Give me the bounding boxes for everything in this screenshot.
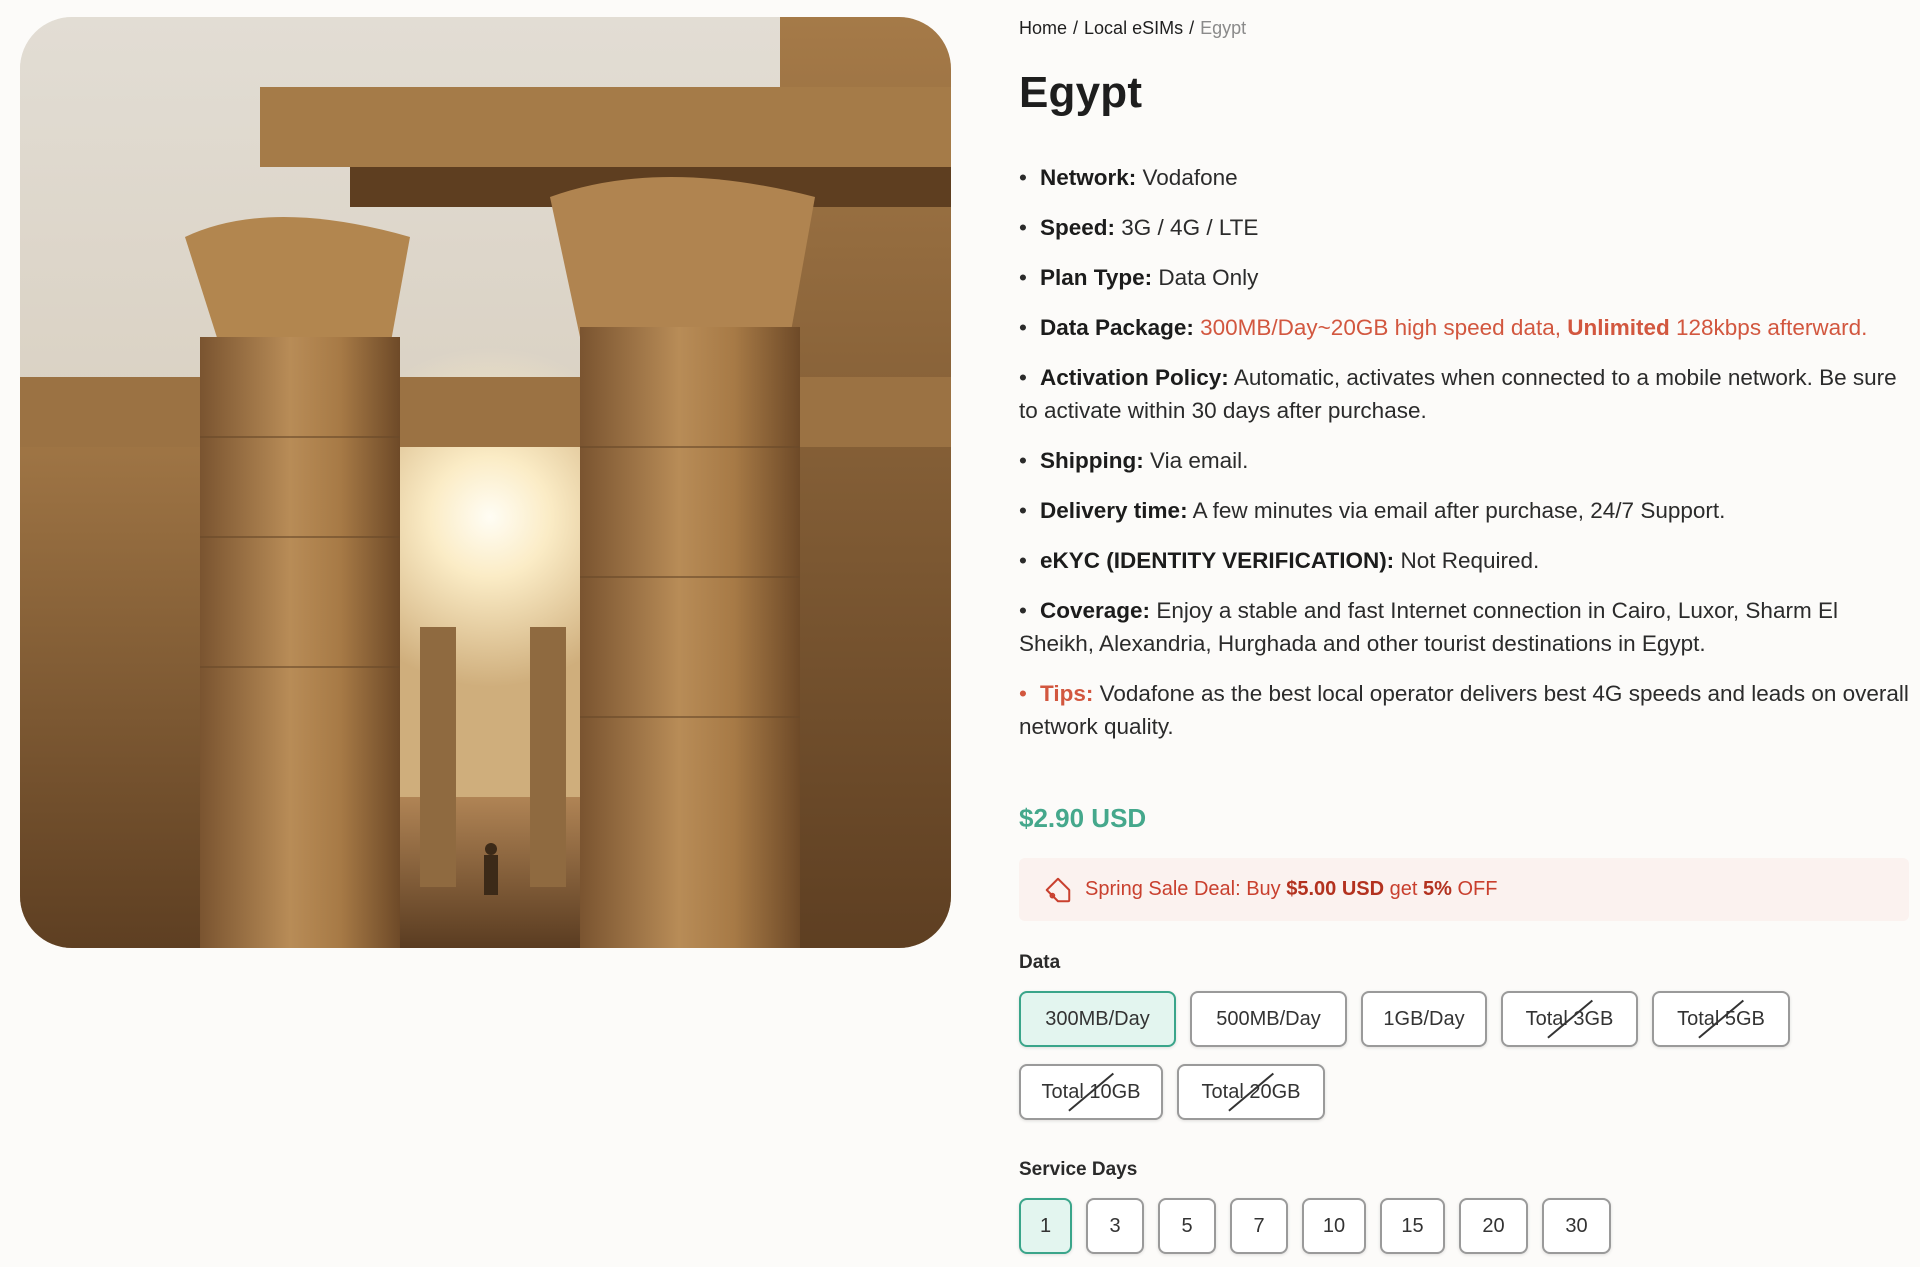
- spec-label: Delivery time:: [1040, 498, 1188, 523]
- data-option-total-20gb[interactable]: Total 20GB: [1177, 1064, 1325, 1120]
- spec-value: 300MB/Day~20GB high speed data, Unlimite…: [1200, 315, 1867, 340]
- spec-label: Tips:: [1040, 681, 1094, 706]
- spec-list: • Network: Vodafone • Speed: 3G / 4G / LTE…: [1019, 161, 1909, 760]
- spec-data-package: • Data Package: 300MB/Day~20GB high speed…: [1019, 311, 1909, 344]
- spec-value: A few minutes via email after purchase, …: [1192, 498, 1726, 523]
- option-label: 500MB/Day: [1216, 1007, 1321, 1030]
- breadcrumb-separator: /: [1189, 18, 1195, 38]
- spec-network: • Network: Vodafone: [1019, 161, 1909, 194]
- temple-photo: [20, 17, 951, 948]
- bullet: •: [1019, 448, 1027, 473]
- day-option-3[interactable]: 3: [1086, 1198, 1144, 1254]
- bullet: •: [1019, 548, 1027, 573]
- spec-coverage: • Coverage: Enjoy a stable and fast Inter…: [1019, 594, 1909, 660]
- spec-delivery-time: • Delivery time: A few minutes via email …: [1019, 494, 1909, 527]
- breadcrumb-current: Egypt: [1200, 18, 1247, 38]
- spec-value: Data Only: [1158, 265, 1259, 290]
- data-option-300mb-day[interactable]: 300MB/Day: [1019, 991, 1176, 1047]
- spec-value: Via email.: [1150, 448, 1249, 473]
- day-option-1[interactable]: 1: [1019, 1198, 1072, 1254]
- spec-value: Vodafone as the best local operator deli…: [1019, 681, 1909, 739]
- day-option-30[interactable]: 30: [1542, 1198, 1611, 1254]
- day-option-7[interactable]: 7: [1230, 1198, 1288, 1254]
- data-option-500mb-day[interactable]: 500MB/Day: [1190, 991, 1347, 1047]
- spec-speed: • Speed: 3G / 4G / LTE: [1019, 211, 1909, 244]
- page-title: Egypt: [1019, 68, 1143, 117]
- day-option-10[interactable]: 10: [1302, 1198, 1366, 1254]
- spec-value: Vodafone: [1142, 165, 1238, 190]
- bullet: •: [1019, 365, 1027, 390]
- spec-ekyc: • eKYC (IDENTITY VERIFICATION): Not Requi…: [1019, 544, 1909, 577]
- data-package-after: 128kbps afterward.: [1669, 315, 1868, 340]
- deal-suffix: OFF: [1451, 878, 1498, 900]
- data-section-label: Data: [1019, 952, 1061, 973]
- option-label: 15: [1401, 1214, 1424, 1237]
- bullet: •: [1019, 681, 1027, 706]
- option-label: 5: [1181, 1214, 1193, 1237]
- service-days-label: Service Days: [1019, 1159, 1138, 1180]
- spec-tips: • Tips: Vodafone as the best local operat…: [1019, 677, 1909, 743]
- option-label: 3: [1109, 1214, 1121, 1237]
- spec-label: Coverage:: [1040, 598, 1151, 623]
- product-price: $2.90 USD: [1019, 803, 1147, 833]
- product-image: [20, 17, 951, 948]
- bullet: •: [1019, 498, 1027, 523]
- breadcrumb-separator: /: [1073, 18, 1079, 38]
- breadcrumb: Home / Local eSIMs / Egypt: [1019, 18, 1246, 39]
- bullet: •: [1019, 165, 1027, 190]
- option-label: 300MB/Day: [1045, 1007, 1150, 1030]
- spec-label: Network:: [1040, 165, 1137, 190]
- deal-text: Spring Sale Deal: Buy $5.00 USD get 5% O…: [1085, 878, 1497, 901]
- day-option-20[interactable]: 20: [1459, 1198, 1528, 1254]
- option-label: 1GB/Day: [1383, 1007, 1465, 1030]
- bullet: •: [1019, 215, 1027, 240]
- data-package-text: 300MB/Day~20GB high speed data,: [1200, 315, 1568, 340]
- spec-value: Not Required.: [1400, 548, 1540, 573]
- data-option-total-3gb[interactable]: Total 3GB: [1501, 991, 1638, 1047]
- spec-label: Shipping:: [1040, 448, 1144, 473]
- bullet: •: [1019, 265, 1027, 290]
- spec-label: eKYC (IDENTITY VERIFICATION):: [1040, 548, 1395, 573]
- breadcrumb-local-esims[interactable]: Local eSIMs: [1084, 18, 1183, 38]
- deal-prefix: Spring Sale Deal: Buy: [1085, 878, 1287, 900]
- spec-label: Plan Type:: [1040, 265, 1153, 290]
- spec-label: Data Package:: [1040, 315, 1194, 340]
- data-option-total-5gb[interactable]: Total 5GB: [1652, 991, 1790, 1047]
- option-label: 20: [1482, 1214, 1505, 1237]
- deal-percent: 5%: [1423, 878, 1452, 900]
- data-option-total-10gb[interactable]: Total 10GB: [1019, 1064, 1163, 1120]
- spec-plan-type: • Plan Type: Data Only: [1019, 261, 1909, 294]
- day-option-5[interactable]: 5: [1158, 1198, 1216, 1254]
- bullet: •: [1019, 598, 1027, 623]
- bullet: •: [1019, 315, 1027, 340]
- breadcrumb-home[interactable]: Home: [1019, 18, 1067, 38]
- option-label: 1: [1039, 1214, 1052, 1237]
- spec-shipping: • Shipping: Via email.: [1019, 444, 1909, 477]
- spec-label: Speed:: [1040, 215, 1116, 240]
- data-option-1gb-day[interactable]: 1GB/Day: [1361, 991, 1487, 1047]
- option-label: 7: [1253, 1214, 1265, 1237]
- tag-icon: [1045, 877, 1071, 902]
- unlimited-text: Unlimited: [1567, 315, 1670, 340]
- option-label: 10: [1322, 1214, 1346, 1237]
- spec-label: Activation Policy:: [1040, 365, 1229, 390]
- deal-middle: get: [1384, 878, 1423, 900]
- deal-amount: $5.00 USD: [1286, 878, 1385, 900]
- spec-value: 3G / 4G / LTE: [1121, 215, 1259, 240]
- sale-deal-banner: Spring Sale Deal: Buy $5.00 USD get 5% O…: [1019, 858, 1909, 921]
- day-option-15[interactable]: 15: [1380, 1198, 1445, 1254]
- option-label: 30: [1565, 1214, 1588, 1237]
- spec-activation-policy: • Activation Policy: Automatic, activates…: [1019, 361, 1909, 427]
